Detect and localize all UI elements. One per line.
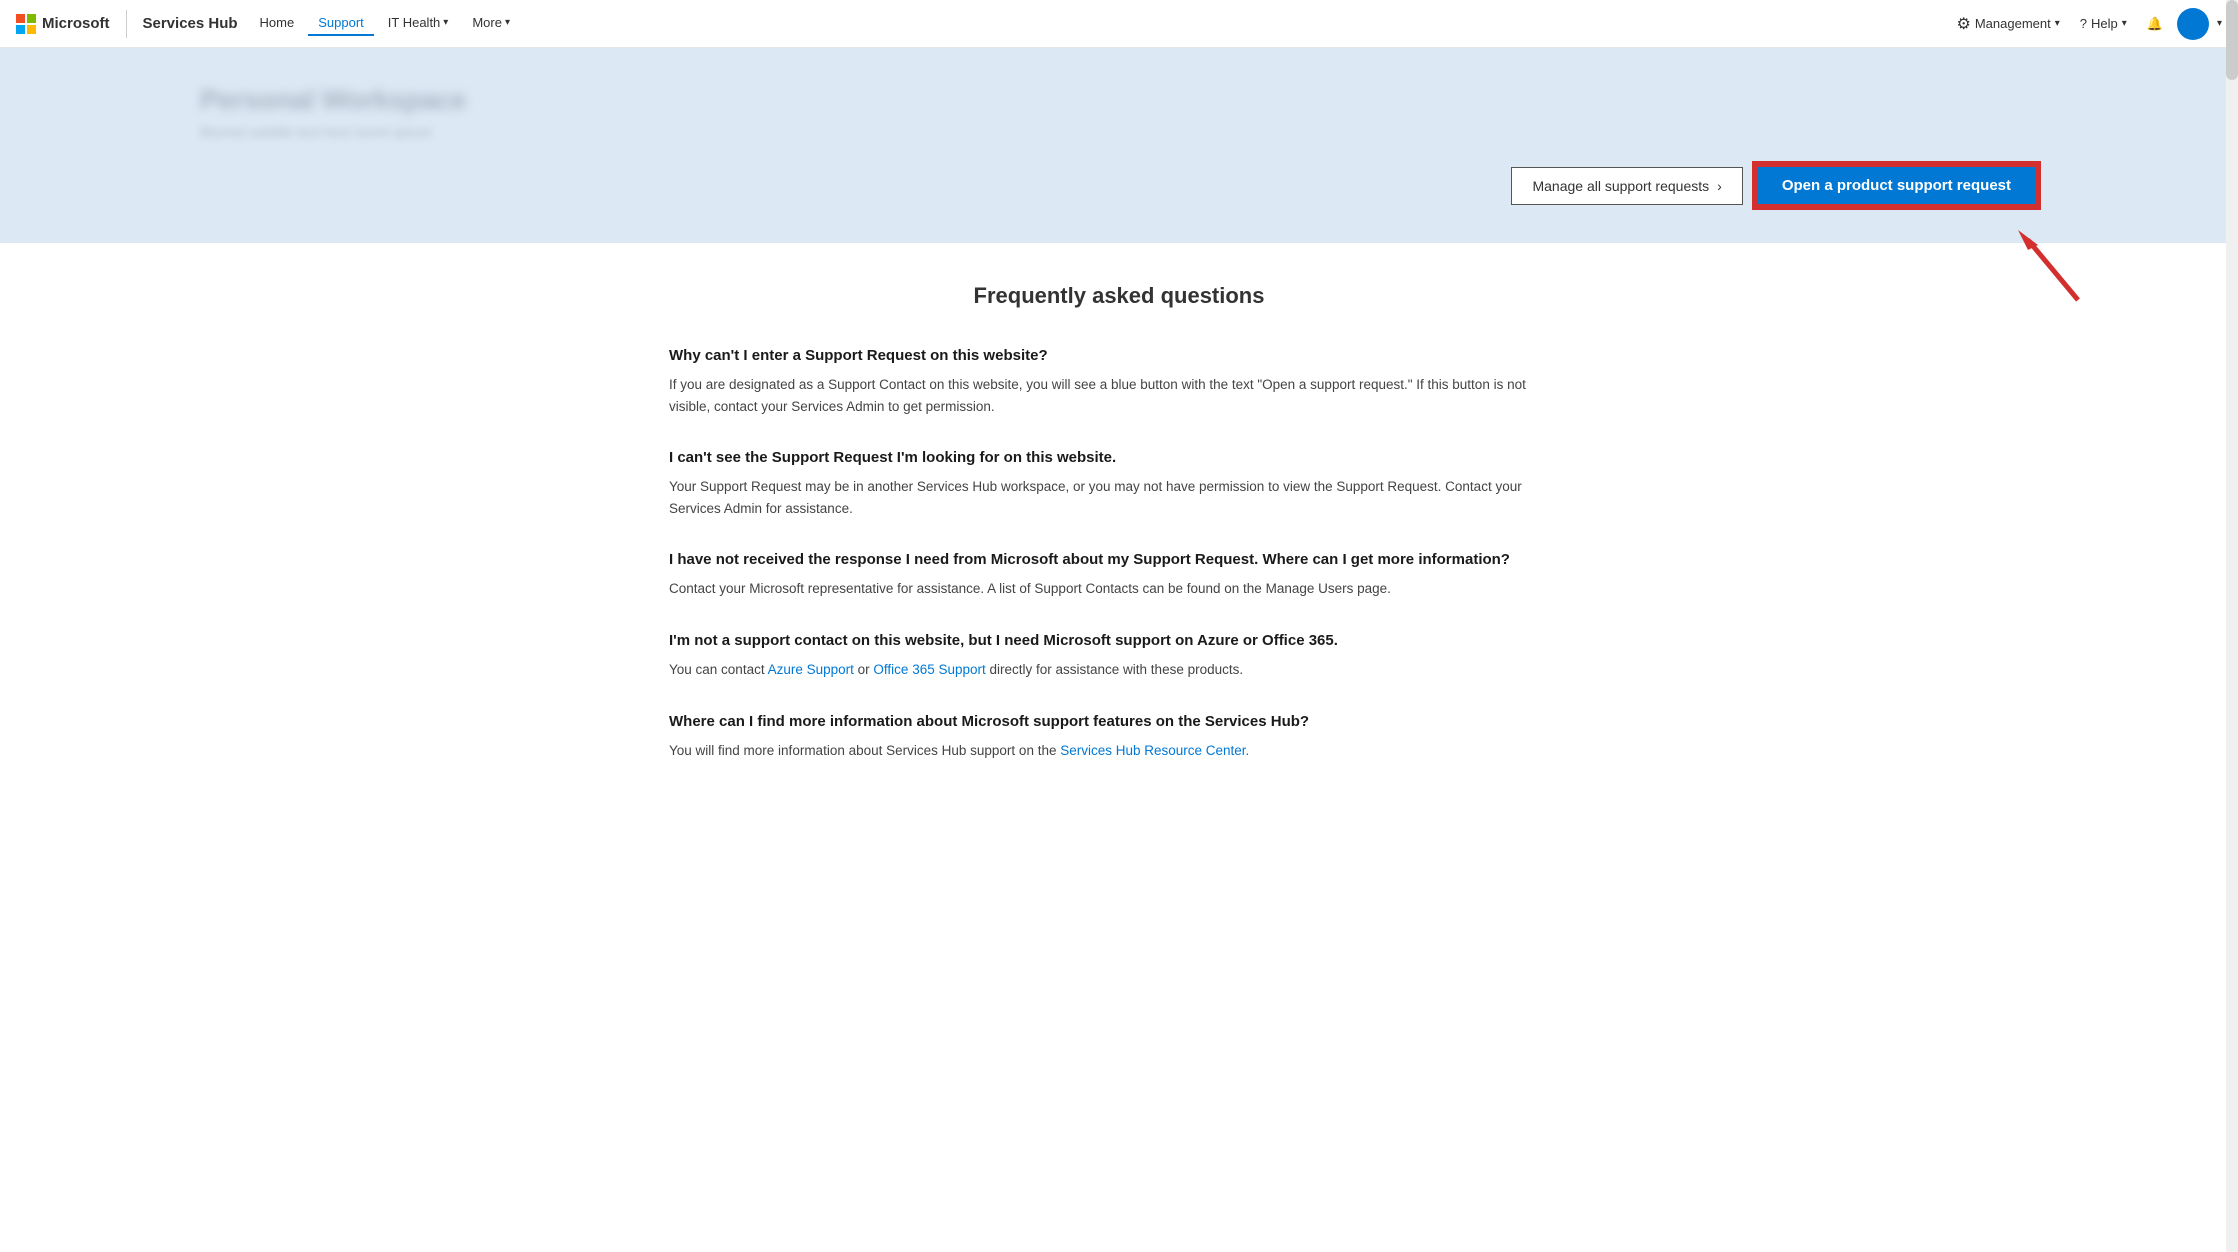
account-chevron-icon: ▾ [2217,18,2222,29]
it-health-chevron-icon: ▾ [443,17,448,28]
ms-grid-icon [16,14,36,34]
notification-button[interactable]: 🔔 [2141,12,2169,36]
faq-answer-5: You will find more information about Ser… [669,740,1569,762]
faq-item-3: I have not received the response I need … [669,549,1569,600]
chevron-right-icon: › [1717,178,1722,194]
office365-support-link[interactable]: Office 365 Support [873,662,985,677]
faq-answer-3: Contact your Microsoft representative fo… [669,578,1569,600]
help-menu[interactable]: ? Help ▾ [2074,12,2133,35]
faq-question-2: I can't see the Support Request I'm look… [669,447,1569,468]
microsoft-logo[interactable]: Microsoft [16,14,110,34]
faq-title: Frequently asked questions [669,283,1569,309]
resource-center-link[interactable]: Services Hub Resource Center. [1060,743,1249,758]
faq-question-3: I have not received the response I need … [669,549,1569,570]
faq-item-2: I can't see the Support Request I'm look… [669,447,1569,519]
nav-it-health[interactable]: IT Health ▾ [378,11,459,36]
azure-support-link[interactable]: Azure Support [768,662,854,677]
faq-answer-2: Your Support Request may be in another S… [669,476,1569,519]
hero-banner: Personal Workspace Blurred subtitle text… [0,48,2238,243]
nav-links: Home Support IT Health ▾ More ▾ [250,11,1939,36]
open-request-button[interactable]: Open a product support request [1755,164,2038,207]
faq-question-5: Where can I find more information about … [669,711,1569,732]
avatar[interactable] [2177,8,2209,40]
more-chevron-icon: ▾ [505,17,510,28]
scrollbar-track[interactable] [2226,0,2238,1252]
gear-icon: ⚙ [1957,14,1971,34]
faq-item-5: Where can I find more information about … [669,711,1569,762]
nav-more[interactable]: More ▾ [462,11,520,36]
nav-home[interactable]: Home [250,11,305,36]
hero-title: Personal Workspace [200,84,2038,116]
nav-support[interactable]: Support [308,11,374,36]
faq-answer-1: If you are designated as a Support Conta… [669,374,1569,417]
hero-subtitle: Blurred subtitle text here lorem ipsum [200,124,2038,140]
management-chevron-icon: ▾ [2055,18,2060,29]
microsoft-brand-text: Microsoft [42,15,110,32]
faq-item-4: I'm not a support contact on this websit… [669,630,1569,681]
nav-divider [126,10,127,38]
faq-question-4: I'm not a support contact on this websit… [669,630,1569,651]
hero-actions: Manage all support requests › Open a pro… [200,164,2038,207]
annotation-arrow [2018,220,2098,303]
faq-item-1: Why can't I enter a Support Request on t… [669,345,1569,417]
app-name: Services Hub [143,15,238,32]
navbar: Microsoft Services Hub Home Support IT H… [0,0,2238,48]
management-menu[interactable]: ⚙ Management ▾ [1951,10,2066,38]
nav-right: ⚙ Management ▾ ? Help ▾ 🔔 ▾ [1951,8,2223,40]
faq-question-1: Why can't I enter a Support Request on t… [669,345,1569,366]
help-chevron-icon: ▾ [2122,18,2127,29]
help-circle-icon: ? [2080,16,2087,31]
faq-answer-4: You can contact Azure Support or Office … [669,659,1569,681]
bell-icon: 🔔 [2147,16,2163,32]
main-content: Frequently asked questions Why can't I e… [569,243,1669,851]
scrollbar-thumb[interactable] [2226,0,2238,80]
manage-requests-button[interactable]: Manage all support requests › [1511,167,1742,205]
